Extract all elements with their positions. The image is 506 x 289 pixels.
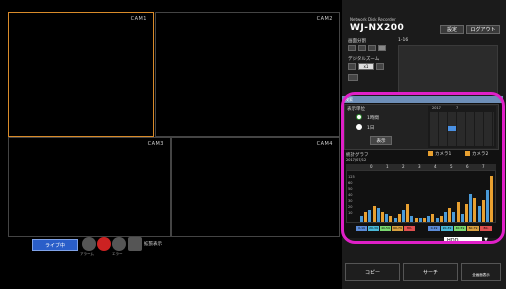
camera-control-icon[interactable] [348,74,358,81]
split-label: 画面分割 [348,39,366,44]
logout-button[interactable]: ログアウト [466,25,500,34]
product-model: WJ-NX200 [350,23,405,33]
alarm-icon[interactable] [82,237,96,251]
split-4-icon[interactable] [358,45,366,51]
camera-tile-1[interactable]: CAM1 [8,12,154,137]
search-button[interactable]: サーチ [403,263,458,281]
camera-label: CAM3 [147,141,164,147]
camera-tile-2[interactable]: CAM2 [155,12,340,137]
error-icon[interactable] [112,237,126,251]
camera-tile-3[interactable]: CAM3 [8,137,171,237]
fullscreen-icon[interactable] [128,237,142,251]
camera-label: CAM4 [316,141,333,147]
split-1-icon[interactable] [348,45,356,51]
camera-label: CAM1 [130,16,147,22]
error-label: エラー [112,252,123,256]
alarm-label: アラーム [80,252,94,256]
zoom-value: x1 [358,63,374,70]
product-subtitle: Network Disk Recorder [350,17,396,22]
highlight-frame [341,92,505,244]
settings-button[interactable]: 設定 [440,25,464,34]
split-9-icon[interactable] [368,45,376,51]
split-16-icon[interactable] [378,45,386,51]
camera-tile-4[interactable]: CAM4 [171,137,340,237]
live-button[interactable]: ライブ中 [32,239,78,251]
record-icon[interactable] [97,237,111,251]
camera-label: CAM2 [316,16,333,22]
page-tab[interactable]: 1-16 [398,38,408,43]
camera-grid [398,45,498,95]
zoom-label: デジタルズーム [348,57,380,62]
zoom-out-icon[interactable] [348,63,356,70]
fullscreen-button[interactable]: 全画面表示 [461,263,501,281]
expand-label: 拡張表示 [144,242,162,247]
zoom-in-icon[interactable] [376,63,384,70]
copy-button[interactable]: コピー [345,263,400,281]
